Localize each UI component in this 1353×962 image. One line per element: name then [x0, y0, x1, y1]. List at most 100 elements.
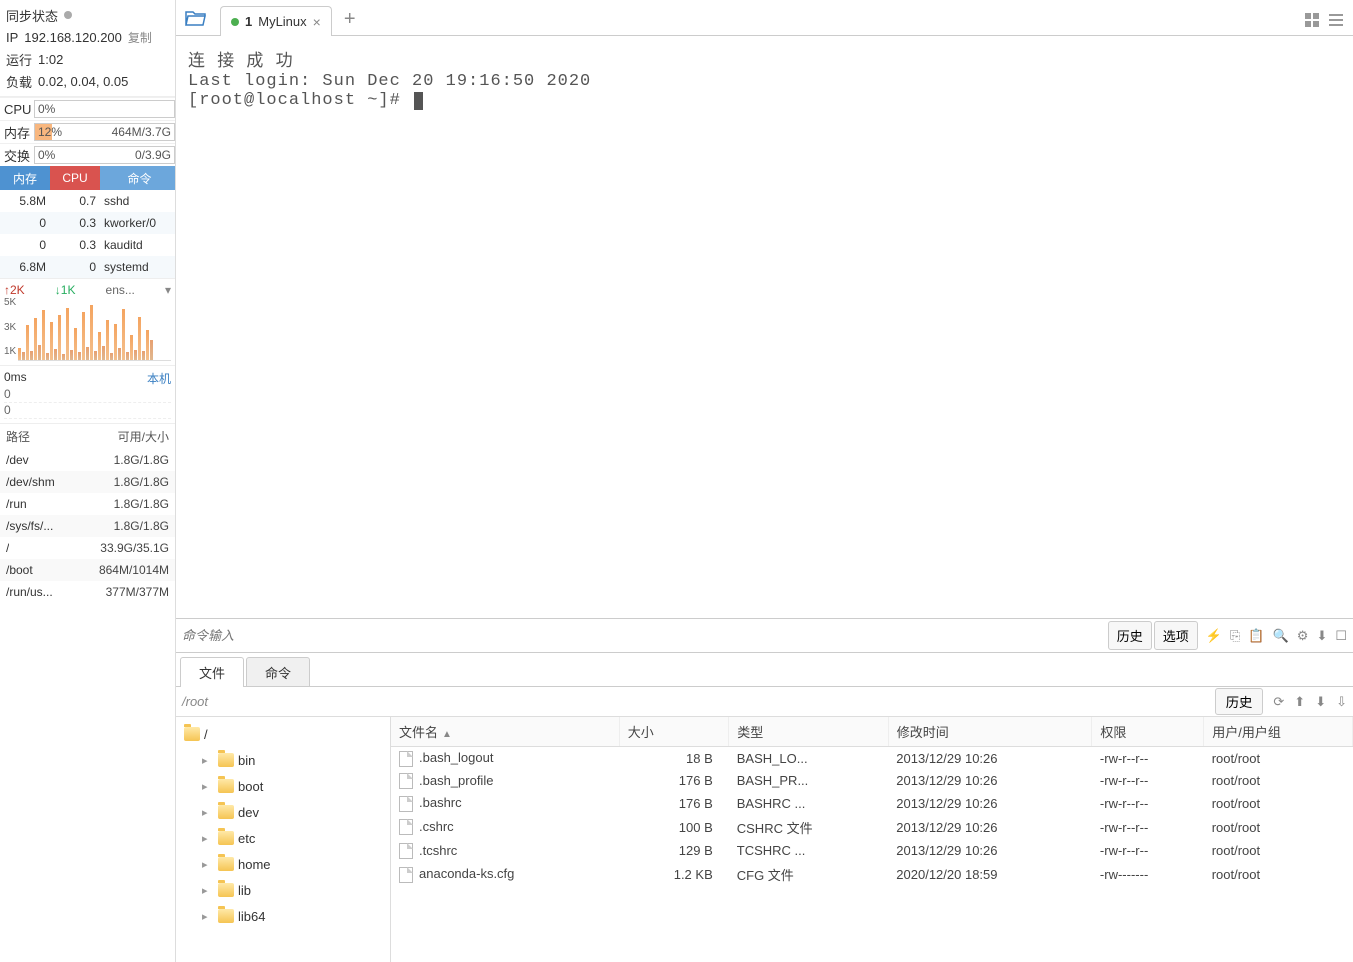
latency-local[interactable]: 本机: [147, 370, 171, 387]
chart-bar: [142, 351, 145, 360]
terminal[interactable]: 连 接 成 功 Last login: Sun Dec 20 19:16:50 …: [176, 36, 1353, 618]
maximize-icon[interactable]: ☐: [1335, 628, 1347, 644]
file-row[interactable]: .tcshrc129 BTCSHRC ...2013/12/29 10:26-r…: [391, 840, 1353, 863]
download-icon[interactable]: ⬇: [1316, 628, 1327, 644]
disk-val: 1.8G/1.8G: [114, 497, 169, 511]
file-mtime: 2013/12/29 10:26: [888, 770, 1092, 793]
grid-view-icon[interactable]: [1303, 11, 1321, 29]
file-size: 1.2 KB: [619, 862, 728, 887]
new-tab-button[interactable]: +: [344, 8, 356, 35]
col-name[interactable]: 文件名▲: [391, 717, 619, 747]
chart-bar: [110, 353, 113, 360]
paste-icon[interactable]: 📋: [1248, 628, 1264, 644]
disk-path: /dev: [6, 453, 29, 467]
sync-label: 同步状态: [6, 6, 58, 25]
expand-icon[interactable]: ▸: [202, 806, 214, 819]
expand-icon[interactable]: ▸: [202, 832, 214, 845]
tree-label: bin: [238, 753, 255, 768]
disk-head-avail[interactable]: 可用/大小: [118, 428, 169, 445]
tab-number: 1: [245, 14, 252, 29]
ip-value: 192.168.120.200: [24, 30, 122, 45]
copy-button[interactable]: 复制: [128, 29, 152, 46]
upload-icon[interactable]: ⬆: [1294, 694, 1305, 710]
refresh-icon[interactable]: ⟳: [1273, 694, 1284, 710]
disk-row[interactable]: /boot864M/1014M: [0, 559, 175, 581]
tab-files[interactable]: 文件: [180, 657, 244, 687]
tree-node[interactable]: ▸etc: [180, 825, 386, 851]
current-path[interactable]: /root: [182, 694, 1215, 709]
tab-commands[interactable]: 命令: [246, 657, 310, 687]
col-mtime[interactable]: 修改时间: [888, 717, 1092, 747]
expand-icon[interactable]: ▸: [202, 754, 214, 767]
process-row[interactable]: 00.3kauditd: [0, 234, 175, 256]
col-perm[interactable]: 权限: [1092, 717, 1204, 747]
disk-row[interactable]: /sys/fs/...1.8G/1.8G: [0, 515, 175, 537]
folder-open-icon[interactable]: [182, 4, 210, 32]
bolt-icon[interactable]: ⚡: [1206, 628, 1222, 644]
process-row[interactable]: 5.8M0.7sshd: [0, 190, 175, 212]
disk-row[interactable]: /33.9G/35.1G: [0, 537, 175, 559]
file-row[interactable]: .bash_profile176 BBASH_PR...2013/12/29 1…: [391, 770, 1353, 793]
file-row[interactable]: .bash_logout18 BBASH_LO...2013/12/29 10:…: [391, 747, 1353, 770]
col-size[interactable]: 大小: [619, 717, 728, 747]
search-icon[interactable]: 🔍: [1273, 628, 1289, 644]
disk-val: 1.8G/1.8G: [114, 519, 169, 533]
expand-icon[interactable]: ▸: [202, 910, 214, 923]
net-interface[interactable]: ens...: [106, 283, 135, 297]
path-history-button[interactable]: 历史: [1215, 688, 1264, 715]
file-size: 129 B: [619, 840, 728, 863]
chart-bar: [74, 328, 77, 360]
tree-node[interactable]: ▸home: [180, 851, 386, 877]
expand-icon[interactable]: ▸: [202, 884, 214, 897]
tree-root[interactable]: /: [180, 721, 386, 747]
chevron-down-icon[interactable]: ▾: [165, 283, 171, 297]
clipboard-icon[interactable]: ⎘: [1230, 628, 1240, 644]
bottom-tabs: 文件 命令: [176, 653, 1353, 687]
load-row: 负载 0.02, 0.04, 0.05: [6, 70, 169, 92]
disk-row[interactable]: /dev1.8G/1.8G: [0, 449, 175, 471]
tree-node[interactable]: ▸boot: [180, 773, 386, 799]
disk-row[interactable]: /run1.8G/1.8G: [0, 493, 175, 515]
tree-node[interactable]: ▸ bin: [180, 747, 386, 773]
file-row[interactable]: .bashrc176 BBASHRC ...2013/12/29 10:26-r…: [391, 792, 1353, 815]
file-row[interactable]: anaconda-ks.cfg1.2 KBCFG 文件2020/12/20 18…: [391, 862, 1353, 887]
proc-head-cmd[interactable]: 命令: [100, 166, 175, 190]
file-icon: [399, 773, 413, 789]
expand-icon[interactable]: ▸: [202, 780, 214, 793]
chart-bar: [26, 325, 29, 360]
ip-label: IP: [6, 30, 18, 45]
status-dot-icon: [231, 18, 239, 26]
chart-bar: [82, 312, 85, 360]
tree-label: dev: [238, 805, 259, 820]
chart-bar: [58, 315, 61, 360]
expand-icon[interactable]: ▸: [202, 858, 214, 871]
tree-node[interactable]: ▸ lib: [180, 877, 386, 903]
col-type[interactable]: 类型: [729, 717, 889, 747]
proc-head-mem[interactable]: 内存: [0, 166, 50, 190]
process-row[interactable]: 6.8M0systemd: [0, 256, 175, 278]
file-tree[interactable]: / ▸bin▸boot▸dev▸etc▸home▸lib▸lib64: [176, 717, 391, 962]
proc-head-cpu[interactable]: CPU: [50, 166, 100, 190]
tree-node[interactable]: ▸lib64: [180, 903, 386, 929]
history-button[interactable]: 历史: [1108, 621, 1152, 650]
close-icon[interactable]: ×: [313, 14, 321, 30]
net-ylabel: 5K: [4, 297, 16, 308]
disk-head-path[interactable]: 路径: [6, 428, 30, 445]
options-button[interactable]: 选项: [1154, 621, 1198, 650]
command-input[interactable]: [182, 628, 1108, 643]
tree-label: lib: [238, 883, 251, 898]
disk-row[interactable]: /dev/shm1.8G/1.8G: [0, 471, 175, 493]
sort-asc-icon: ▲: [442, 729, 452, 740]
tab-mylinux[interactable]: 1 MyLinux ×: [220, 6, 332, 36]
file-name: anaconda-ks.cfg: [391, 862, 619, 887]
gear-icon[interactable]: ⚙: [1297, 628, 1309, 644]
tree-node[interactable]: ▸ dev: [180, 799, 386, 825]
download-all-icon[interactable]: ⇩: [1336, 694, 1347, 710]
disk-row[interactable]: /run/us...377M/377M: [0, 581, 175, 603]
menu-icon[interactable]: [1327, 11, 1345, 29]
file-row[interactable]: .cshrc100 BCSHRC 文件2013/12/29 10:26-rw-r…: [391, 815, 1353, 840]
folder-icon: [218, 753, 234, 767]
process-row[interactable]: 00.3kworker/0: [0, 212, 175, 234]
download-icon[interactable]: ⬇: [1315, 694, 1326, 710]
col-owner[interactable]: 用户/用户组: [1204, 717, 1353, 747]
